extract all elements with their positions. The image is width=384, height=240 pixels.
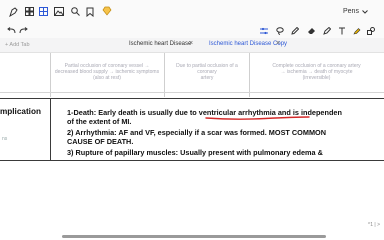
margin-note: ns [2,136,8,142]
settings-sliders-icon[interactable] [259,26,268,35]
row-label-implication: mplication [0,107,41,116]
pen-icon[interactable] [322,26,331,35]
close-tab-icon[interactable]: × [189,40,193,47]
handwritten-underline [205,116,310,120]
complication-line-4: CAUSE OF DEATH. [67,137,134,146]
complication-line-2: of the extent of MI. [67,117,132,126]
pens-label[interactable]: Pens [343,8,359,15]
tab-ischemic-heart-disease[interactable]: Ischemic heart Disease [129,41,191,47]
faint-cell-nstemi: Due to partial occlusion of a coronary a… [176,63,238,81]
layout-icon[interactable] [38,6,48,17]
highlighter-icon[interactable] [352,26,361,35]
pen-icon[interactable] [8,6,18,17]
text-icon[interactable] [337,26,346,35]
column-border [50,98,51,160]
bookmark-icon[interactable] [85,6,95,17]
row-border [0,98,384,99]
gem-icon[interactable] [101,5,112,17]
table-divider [0,92,384,93]
shapes-icon[interactable] [366,26,375,35]
add-tab-button[interactable]: + Add Tab [5,42,30,48]
redo-icon[interactable] [18,26,28,35]
close-tab-icon[interactable]: × [276,40,280,47]
faint-cell-stemi: Complete occlusion of a coronary artery … [272,63,361,81]
table-divider [50,53,51,97]
image-icon[interactable] [54,6,64,17]
eraser-icon[interactable] [307,26,316,35]
chevron-down-icon[interactable] [362,9,368,15]
complication-line-5: 3) Rupture of papillary muscles: Usually… [67,148,323,157]
page-indicator[interactable]: ^1 | > [368,222,380,228]
faint-cell-unstable-angina: Partial occlusion of coronary vessel → d… [54,63,160,81]
row-border [0,160,384,161]
undo-icon[interactable] [6,26,16,35]
table-divider [249,53,250,97]
complication-line-3: 2) Arrhythmia: AF and VF, especially if … [67,128,326,137]
grid-icon[interactable] [24,6,34,17]
table-divider [164,53,165,97]
lasso-icon[interactable] [275,26,284,35]
pencil-icon[interactable] [290,26,299,35]
search-icon[interactable] [70,6,80,17]
horizontal-scrollbar[interactable] [62,235,326,238]
